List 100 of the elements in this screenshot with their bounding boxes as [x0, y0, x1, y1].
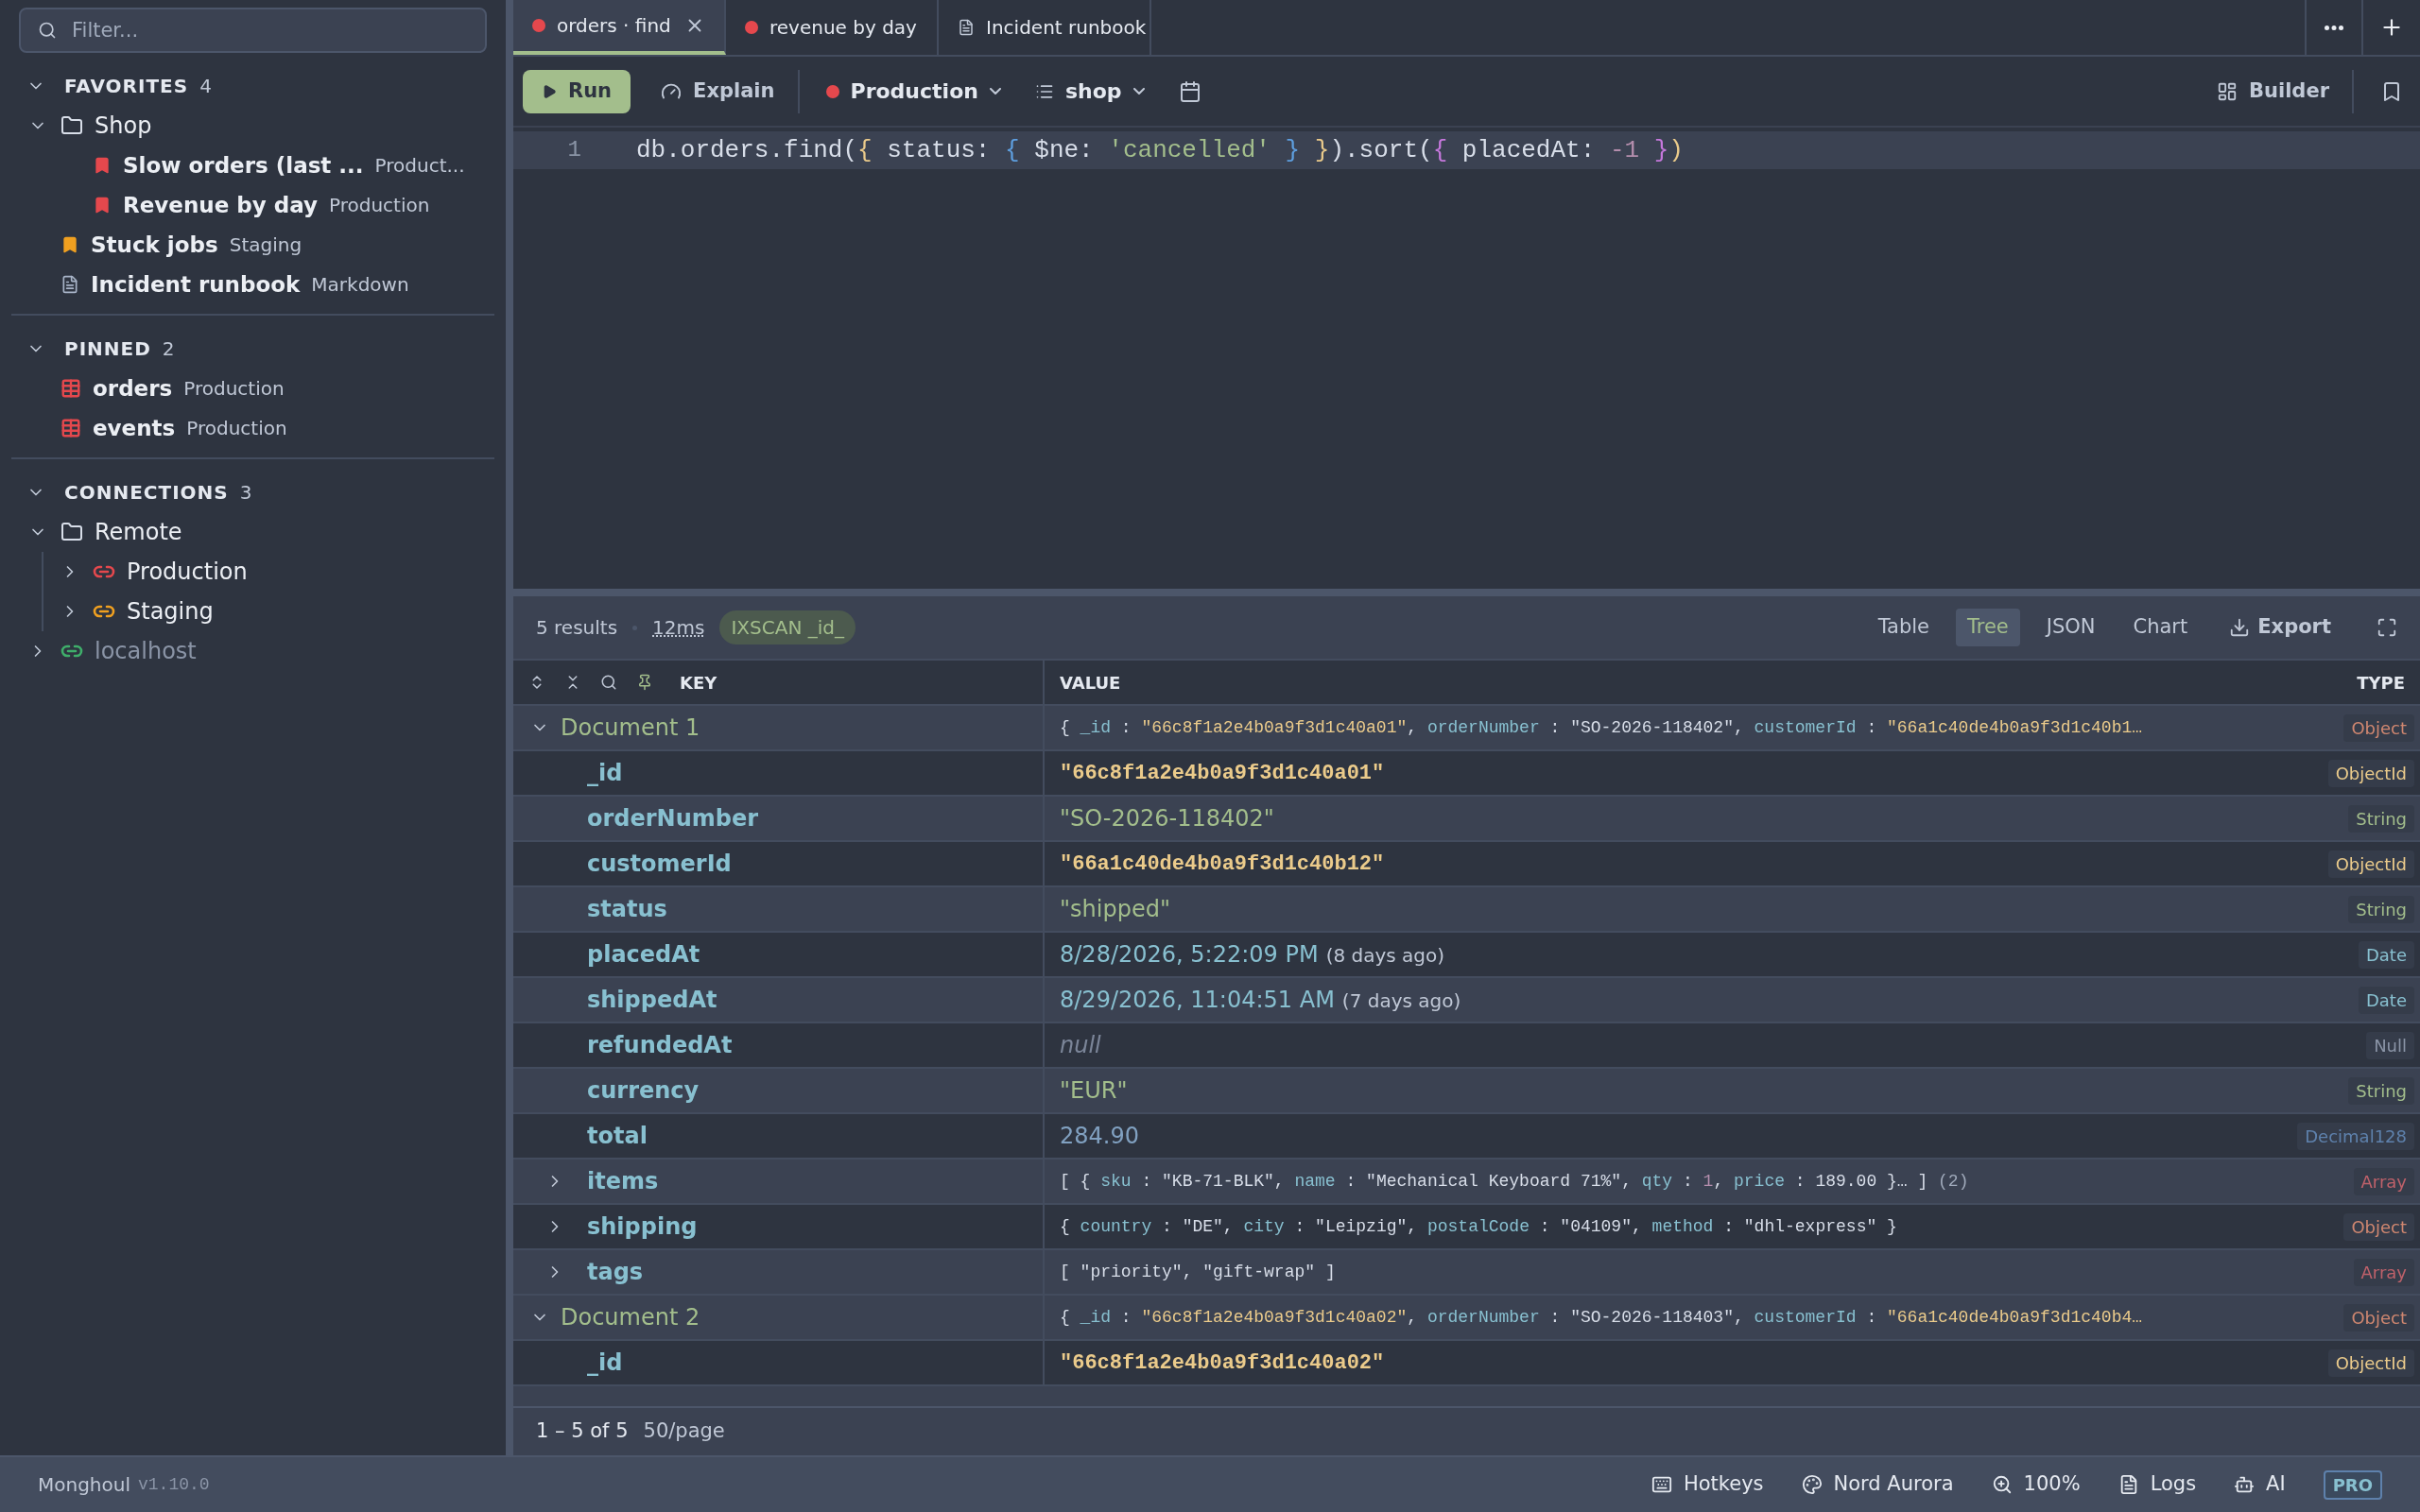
more-icon: [2325, 25, 2343, 30]
zoom-button[interactable]: 100%: [1991, 1469, 2081, 1500]
section-header[interactable]: CONNECTIONS 3: [11, 472, 494, 512]
document-icon: [60, 275, 79, 294]
type-badge: ObjectId: [2327, 759, 2414, 787]
logs-button[interactable]: Logs: [2118, 1469, 2197, 1500]
sidebar-resize-handle[interactable]: [506, 0, 513, 1455]
value-text: "66a1c40de4b0a9f3d1c40b12": [1060, 850, 1385, 878]
type-badge: Null: [2366, 1031, 2414, 1059]
editor-tab[interactable]: orders · find: [513, 0, 726, 55]
item-label: Staging: [127, 597, 214, 627]
type-badge: Decimal128: [2297, 1122, 2414, 1150]
view-tab[interactable]: JSON: [2034, 609, 2107, 646]
sidebar-item[interactable]: Revenue by day Production: [11, 185, 494, 225]
fullscreen-icon[interactable]: [2377, 617, 2397, 638]
page-size[interactable]: 50/page: [643, 1417, 725, 1447]
app-name: Monghoul: [38, 1472, 130, 1498]
explain-button[interactable]: Explain: [649, 69, 800, 113]
builder-button[interactable]: Builder: [2209, 69, 2354, 113]
item-label: Production: [127, 558, 248, 587]
connection-dropdown[interactable]: Production: [818, 69, 1009, 113]
field-key: tags: [587, 1255, 644, 1289]
sidebar-item[interactable]: Slow orders (last ... Product...: [11, 146, 494, 185]
item-label: Remote: [95, 518, 182, 547]
run-button[interactable]: Run: [523, 69, 631, 113]
value-summary: [ "priority", "gift-wrap" ]: [1060, 1261, 1336, 1283]
table-icon: [60, 378, 81, 399]
value-summary: { country : "DE", city : "Leipzig", postalCode : "04109", method : "dhl-express" }: [1060, 1215, 1897, 1238]
item-label: Incident runbook: [91, 270, 301, 299]
theme-button[interactable]: Nord Aurora: [1801, 1469, 1954, 1500]
export-button[interactable]: Export: [2229, 612, 2331, 643]
bookmark-icon: [93, 156, 112, 175]
view-tab[interactable]: Table: [1866, 609, 1941, 646]
folder-icon: [60, 521, 83, 543]
zoom-icon: [1991, 1474, 2013, 1495]
folder-icon: [60, 114, 83, 137]
palette-icon: [1801, 1474, 1823, 1495]
section-title: PINNED: [64, 336, 151, 362]
field-key: items: [587, 1164, 659, 1198]
search-icon[interactable]: [600, 674, 617, 691]
field-key: shipping: [587, 1210, 698, 1244]
query-time: 12ms: [652, 615, 705, 641]
editor-tab[interactable]: revenue by day: [726, 0, 939, 55]
sidebar-item[interactable]: Production: [11, 552, 494, 592]
version-label: v1.10.0: [138, 1473, 210, 1496]
ai-button[interactable]: AI: [2234, 1469, 2286, 1500]
relative-time: (7 days ago): [1341, 988, 1461, 1014]
value-text: "66c8f1a2e4b0a9f3d1c40a02": [1060, 1349, 1385, 1377]
sidebar-item[interactable]: events Production: [11, 408, 494, 448]
item-detail: Staging: [229, 232, 302, 258]
keyboard-icon: [1651, 1474, 1672, 1495]
value-text: "SO-2026-118402": [1060, 804, 1274, 833]
document-label: Document 2: [561, 1303, 700, 1332]
item-label: events: [93, 414, 176, 442]
section-count: 2: [162, 336, 175, 362]
document-icon: [958, 19, 975, 36]
hotkeys-button[interactable]: Hotkeys: [1651, 1469, 1764, 1500]
type-badge: Date: [2358, 986, 2414, 1014]
section-header[interactable]: PINNED 2: [11, 329, 494, 369]
value-summary: { _id : "66c8f1a2e4b0a9f3d1c40a02", orderNumber : "SO-2026-118403", customerId : "66a1c40de4b0a9f3d1c40b4…: [1060, 1306, 2143, 1329]
view-tab[interactable]: Tree: [1956, 609, 2020, 646]
sidebar-item[interactable]: Stuck jobs Staging: [11, 225, 494, 265]
sidebar-item[interactable]: orders Production: [11, 369, 494, 408]
type-badge: Object: [2343, 1212, 2414, 1241]
item-label: localhost: [95, 637, 197, 666]
type-badge: Array: [2353, 1258, 2414, 1286]
sidebar-item[interactable]: localhost: [11, 631, 494, 671]
section-header[interactable]: FAVORITES 4: [11, 66, 494, 106]
item-detail: Production: [329, 193, 430, 218]
type-badge: Object: [2343, 713, 2414, 742]
pagination-range: 1 – 5 of 5: [536, 1418, 629, 1445]
bookmark-icon: [93, 196, 112, 215]
plan-badge: PRO: [2323, 1469, 2382, 1500]
item-label: Shop: [95, 112, 152, 141]
view-tab[interactable]: Chart: [2121, 609, 2200, 646]
panel-resize-handle[interactable]: [513, 589, 2420, 596]
column-header: VALUE: [1060, 671, 1121, 695]
database-dropdown[interactable]: shop: [1027, 69, 1152, 113]
value-summary: [ { sku : "KB-71-BLK", name : "Mechanical Keyboard 71%", qty : 1, price : 189.00 }… ] (2): [1060, 1170, 1969, 1193]
sidebar-item[interactable]: Incident runbook Markdown: [11, 265, 494, 304]
value-text: 8/28/2026, 5:22:09 PM: [1060, 940, 1319, 970]
pin-icon[interactable]: [636, 674, 653, 691]
sidebar-item[interactable]: Remote: [11, 512, 494, 552]
type-badge: Array: [2353, 1167, 2414, 1195]
type-badge: String: [2348, 804, 2414, 833]
type-badge: Object: [2343, 1303, 2414, 1332]
document-label: Document 1: [561, 713, 700, 743]
relative-time: (8 days ago): [1325, 943, 1445, 969]
editor-tab[interactable]: Incident runbook: [939, 0, 1151, 55]
type-badge: ObjectId: [2327, 850, 2414, 878]
item-label: orders: [93, 374, 173, 403]
value-text: "66c8f1a2e4b0a9f3d1c40a01": [1060, 760, 1385, 787]
section-count: 4: [199, 74, 212, 99]
value-text: 8/29/2026, 11:04:51 AM: [1060, 986, 1335, 1015]
item-label: Stuck jobs: [91, 231, 218, 259]
filter-field[interactable]: Filter...: [19, 8, 487, 53]
sidebar-item[interactable]: Staging: [11, 592, 494, 631]
sidebar-item[interactable]: Shop: [11, 106, 494, 146]
line-number: 1: [566, 136, 582, 164]
field-key: customerId: [587, 847, 732, 881]
